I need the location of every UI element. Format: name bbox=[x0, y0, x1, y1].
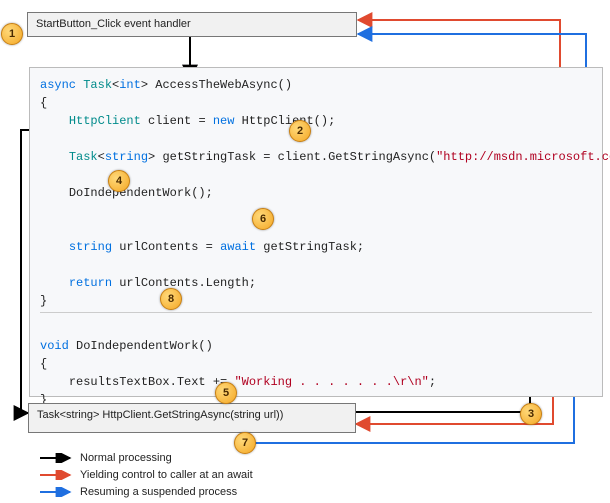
code-block: async Task<int> AccessTheWebAsync() { Ht… bbox=[29, 67, 603, 397]
legend-resuming: Resuming a suspended process bbox=[40, 486, 237, 498]
client-decl: client = bbox=[141, 114, 213, 128]
callout-5: 5 bbox=[215, 382, 237, 404]
kw-string2: string bbox=[69, 240, 112, 254]
semi: ; bbox=[429, 375, 436, 389]
legend-yielding-label: Yielding control to caller at an await bbox=[80, 469, 253, 481]
callout-4: 4 bbox=[108, 170, 130, 192]
kw-await: await bbox=[220, 240, 256, 254]
bottom-box: Task<string> HttpClient.GetStringAsync(s… bbox=[28, 403, 356, 433]
working-literal: "Working . . . . . . .\r\n" bbox=[234, 375, 428, 389]
callout-2: 2 bbox=[289, 120, 311, 142]
kw-async: async bbox=[40, 78, 76, 92]
callout-3: 3 bbox=[520, 403, 542, 425]
bottom-label: Task<string> HttpClient.GetStringAsync(s… bbox=[37, 409, 283, 421]
type-task2: Task bbox=[69, 150, 98, 164]
results-assign: resultsTextBox.Text += bbox=[69, 375, 235, 389]
legend-normal-label: Normal processing bbox=[80, 452, 172, 464]
code-divider bbox=[40, 312, 592, 313]
callout-6: 6 bbox=[252, 208, 274, 230]
legend-normal: Normal processing bbox=[40, 452, 172, 464]
return-expr: urlContents.Length; bbox=[112, 276, 256, 290]
header-label: StartButton_Click event handler bbox=[36, 18, 191, 30]
getstringtask-decl: getStringTask = client.GetStringAsync( bbox=[155, 150, 436, 164]
callout-7: 7 bbox=[234, 432, 256, 454]
httpclient-ctor: HttpClient(); bbox=[234, 114, 335, 128]
diagram-canvas: StartButton_Click event handler async Ta… bbox=[0, 0, 610, 503]
kw-string: string bbox=[105, 150, 148, 164]
type-httpclient: HttpClient bbox=[69, 114, 141, 128]
header-box: StartButton_Click event handler bbox=[27, 12, 357, 37]
callout-8: 8 bbox=[160, 288, 182, 310]
getstringtask-ref: getStringTask; bbox=[256, 240, 364, 254]
kw-return: return bbox=[69, 276, 112, 290]
doindep-name: DoIndependentWork() bbox=[69, 339, 213, 353]
method-name: AccessTheWebAsync() bbox=[155, 78, 292, 92]
legend-resuming-label: Resuming a suspended process bbox=[80, 486, 237, 498]
urlcontents-decl: urlContents = bbox=[112, 240, 220, 254]
url-literal: "http://msdn.microsoft.com" bbox=[436, 150, 610, 164]
type-task: Task bbox=[83, 78, 112, 92]
kw-new: new bbox=[213, 114, 235, 128]
callout-1: 1 bbox=[1, 23, 23, 45]
kw-void: void bbox=[40, 339, 69, 353]
legend-yielding: Yielding control to caller at an await bbox=[40, 469, 253, 481]
doindep-call: DoIndependentWork(); bbox=[69, 186, 213, 200]
kw-int: int bbox=[119, 78, 141, 92]
